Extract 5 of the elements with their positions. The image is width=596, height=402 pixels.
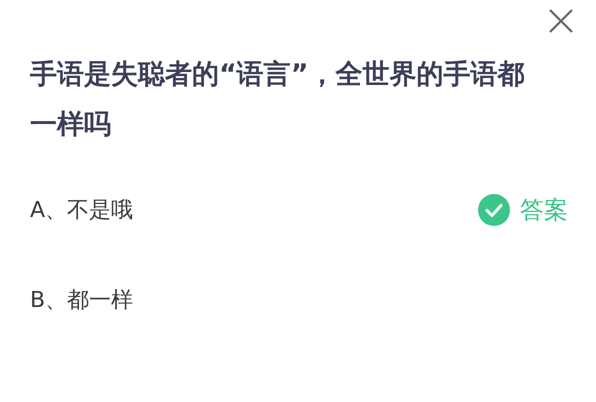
option-label[interactable]: B、都一样 (30, 285, 134, 315)
question-text: 手语是失聪者的“语言”，全世界的手语都一样吗 (30, 58, 526, 142)
answer-label: 答案 (520, 195, 568, 226)
option-label[interactable]: A、不是哦 (30, 195, 134, 225)
close-icon[interactable] (548, 8, 574, 34)
